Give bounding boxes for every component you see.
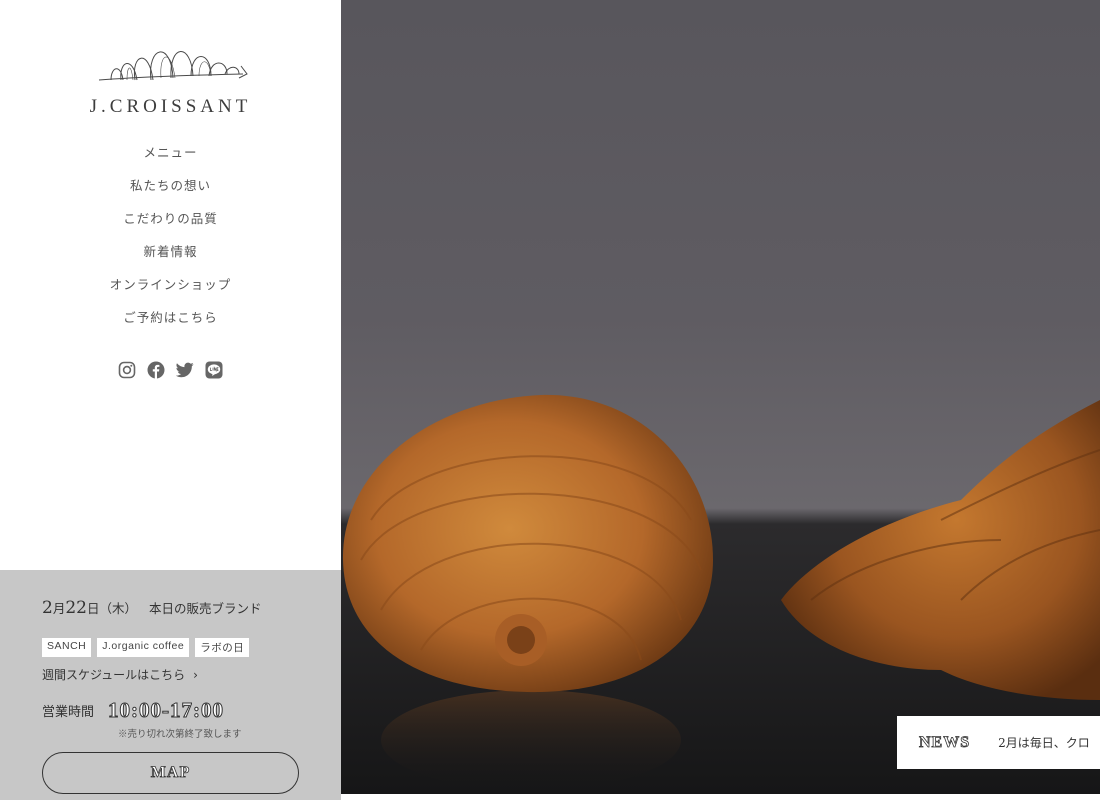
news-text: 2月は毎日、クロ [998, 736, 1090, 750]
instagram-icon[interactable] [118, 360, 137, 379]
today-info-panel: 2月22日（木） 本日の販売ブランド SANCH J.organic coffee… [0, 570, 341, 800]
hours-value: 10:00-17:00 [108, 698, 224, 723]
business-hours: 営業時間 10:00-17:00 [42, 698, 224, 723]
sidebar: J.CROISSANT メニュー 私たちの想い こだわりの品質 新着情報 オンラ… [0, 0, 341, 800]
croissant-photo [342, 394, 1100, 790]
news-ticker[interactable]: NEWS 2月は毎日、クロ [897, 716, 1100, 769]
map-button[interactable]: MAP [42, 752, 299, 794]
nav-item-menu[interactable]: メニュー [0, 142, 341, 175]
twitter-icon[interactable] [176, 360, 195, 379]
brand-tag: J.organic coffee [97, 638, 190, 657]
nav-item-quality[interactable]: こだわりの品質 [0, 208, 341, 241]
month-number: 2 [42, 598, 53, 618]
brand-name: J.CROISSANT [89, 96, 252, 117]
news-title: NEWS [919, 733, 971, 751]
brand-tag: SANCH [42, 638, 92, 657]
weekly-schedule-link[interactable]: 週間スケジュールはこちら › [42, 666, 198, 683]
today-heading: 本日の販売ブランド [149, 601, 262, 616]
nav-item-reservation[interactable]: ご予約はこちら [0, 307, 341, 340]
social-links [0, 360, 341, 379]
croissant-logo-icon [98, 51, 248, 81]
hero-image [341, 0, 1100, 794]
nav-item-online-shop[interactable]: オンラインショップ [0, 274, 341, 307]
brand-tag: ラボの日 [195, 638, 250, 657]
line-icon[interactable] [205, 360, 224, 379]
nav-item-our-thoughts[interactable]: 私たちの想い [0, 175, 341, 208]
day-suffix: 日（木） [86, 601, 137, 616]
today-date: 2月22日（木） 本日の販売ブランド [42, 598, 262, 618]
sold-out-note: ※売り切れ次第終了致します [118, 729, 242, 740]
weekly-schedule-label: 週間スケジュールはこちら [42, 668, 186, 682]
day-number: 22 [65, 598, 87, 618]
hours-label: 営業時間 [42, 705, 95, 720]
month-suffix: 月 [52, 601, 66, 616]
chevron-right-icon: › [193, 668, 198, 682]
brand-tags: SANCH J.organic coffee ラボの日 [42, 638, 250, 657]
facebook-icon[interactable] [147, 360, 166, 379]
logo[interactable]: J.CROISSANT [0, 36, 341, 118]
main-nav: メニュー 私たちの想い こだわりの品質 新着情報 オンラインショップ ご予約はこ… [0, 142, 341, 340]
nav-item-news[interactable]: 新着情報 [0, 241, 341, 274]
